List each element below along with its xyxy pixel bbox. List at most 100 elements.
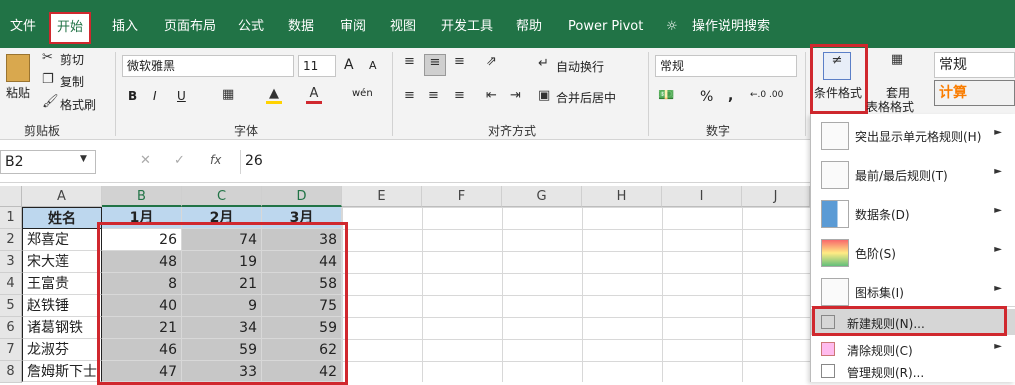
menu-item-label: 管理规则(R)...	[847, 366, 925, 380]
menu-item-manage-rules[interactable]: 管理规则(R)...	[811, 360, 1015, 382]
tab-help[interactable]: 帮助	[510, 14, 548, 40]
currency-icon[interactable]: 💵	[658, 88, 674, 103]
enter-icon[interactable]: ✓	[174, 153, 185, 168]
percent-button[interactable]: %	[700, 89, 713, 105]
row-header-2[interactable]: 2	[0, 229, 22, 251]
menu-item-color-scales[interactable]: 色阶(S) ►	[811, 235, 1015, 272]
orientation-icon[interactable]: ⇗	[486, 54, 497, 69]
paste-button[interactable]: 粘贴	[6, 84, 30, 101]
menu-item-top-bottom-rules[interactable]: 最前/最后规则(T) ►	[811, 157, 1015, 194]
row-header-7[interactable]: 7	[0, 339, 22, 361]
wrap-text-button[interactable]: 自动换行	[556, 58, 604, 75]
tab-developer[interactable]: 开发工具	[435, 14, 499, 40]
row-header-8[interactable]: 8	[0, 361, 22, 383]
row-header-6[interactable]: 6	[0, 317, 22, 339]
align-bottom-icon[interactable]: ≡	[454, 54, 465, 69]
tab-insert[interactable]: 插入	[106, 14, 144, 40]
fill-color-icon[interactable]: ▲	[266, 86, 282, 104]
scissors-icon: ✂	[42, 50, 53, 65]
name-box-dropdown-icon[interactable]: ▼	[80, 154, 87, 164]
format-as-table-button-2[interactable]: 表格格式	[866, 98, 914, 115]
comma-button[interactable]: ,	[728, 88, 733, 104]
name-cell[interactable]: 郑喜定	[22, 229, 102, 251]
column-header-h[interactable]: H	[582, 186, 662, 207]
new-rule-highlight	[812, 306, 1007, 336]
font-color-icon[interactable]: A	[306, 86, 322, 104]
row-header-3[interactable]: 3	[0, 251, 22, 273]
menu-item-clear-rules[interactable]: 清除规则(C) ►	[811, 336, 1015, 362]
column-header-a[interactable]: A	[22, 186, 102, 207]
tab-formulas[interactable]: 公式	[232, 14, 270, 40]
row-header-5[interactable]: 5	[0, 295, 22, 317]
row-header-4[interactable]: 4	[0, 273, 22, 295]
row-header-1[interactable]: 1	[0, 207, 22, 229]
borders-icon[interactable]: ▦	[222, 87, 234, 102]
style-calculation[interactable]: 计算	[934, 80, 1015, 106]
italic-button[interactable]: I	[153, 89, 157, 103]
number-format-select[interactable]: 常规	[655, 55, 797, 77]
column-header-c[interactable]: C	[182, 186, 262, 207]
column-header-j[interactable]: J	[742, 186, 810, 207]
name-cell[interactable]: 赵铁锤	[22, 295, 102, 317]
shrink-font-button[interactable]: A	[369, 59, 377, 72]
underline-button[interactable]: U	[177, 89, 186, 103]
format-painter-icon: 🖌	[42, 94, 59, 109]
menu-item-label: 数据条(D)	[855, 208, 910, 222]
increase-decimal-button[interactable]: ←.0 .00	[750, 90, 783, 100]
tab-page-layout[interactable]: 页面布局	[158, 14, 222, 40]
column-header-d[interactable]: D	[262, 186, 342, 207]
increase-indent-icon[interactable]: ⇥	[510, 88, 521, 103]
separator	[115, 52, 116, 136]
bold-button[interactable]: B	[128, 89, 137, 103]
empty-grid[interactable]	[342, 207, 810, 382]
phonetic-button[interactable]: wén	[352, 88, 373, 99]
style-normal[interactable]: 常规	[934, 52, 1015, 78]
name-cell[interactable]: 诸葛钢铁	[22, 317, 102, 339]
cut-button[interactable]: 剪切	[60, 51, 84, 68]
column-header-g[interactable]: G	[502, 186, 582, 207]
tab-file[interactable]: 文件	[4, 14, 42, 40]
select-all-corner[interactable]	[0, 186, 22, 207]
header-cell-name[interactable]: 姓名	[22, 207, 102, 229]
submenu-arrow-icon: ►	[994, 205, 1002, 216]
tab-power-pivot[interactable]: Power Pivot	[562, 14, 649, 40]
align-middle-icon[interactable]: ≡	[424, 54, 446, 76]
tab-review[interactable]: 审阅	[334, 14, 372, 40]
align-top-icon[interactable]: ≡	[404, 54, 415, 69]
menu-item-highlight-cells-rules[interactable]: 突出显示单元格规则(H) ►	[811, 118, 1015, 155]
conditional-format-icon[interactable]: ≠	[823, 52, 851, 80]
font-size-select[interactable]: 11	[298, 55, 336, 77]
insert-function-button[interactable]: fx	[210, 153, 221, 167]
format-as-table-icon[interactable]: ▦	[884, 52, 910, 80]
cancel-icon[interactable]: ✕	[140, 153, 151, 168]
tab-home[interactable]: 开始	[49, 12, 92, 44]
column-header-i[interactable]: I	[662, 186, 742, 207]
merge-center-button[interactable]: 合并后居中	[556, 89, 616, 106]
name-cell[interactable]: 龙淑芬	[22, 339, 102, 361]
decrease-indent-icon[interactable]: ⇤	[486, 88, 497, 103]
font-name-select[interactable]: 微软雅黑	[122, 55, 294, 77]
name-cell[interactable]: 詹姆斯下士	[22, 361, 102, 382]
separator	[805, 52, 806, 136]
name-cell[interactable]: 宋大莲	[22, 251, 102, 273]
conditional-format-button[interactable]: 条件格式	[814, 84, 862, 101]
tell-me-search[interactable]: 操作说明搜索	[686, 14, 776, 40]
menu-item-data-bars[interactable]: 数据条(D) ►	[811, 196, 1015, 233]
tab-view[interactable]: 视图	[384, 14, 422, 40]
formula-input[interactable]: 26	[240, 150, 810, 174]
align-left-icon[interactable]: ≡	[404, 88, 415, 103]
column-header-f[interactable]: F	[422, 186, 502, 207]
align-right-icon[interactable]: ≡	[454, 88, 465, 103]
submenu-arrow-icon: ►	[994, 166, 1002, 177]
paste-icon[interactable]	[6, 54, 30, 82]
ribbon-tab-bar: 文件 开始 插入 页面布局 公式 数据 审阅 视图 开发工具 帮助 Power …	[0, 0, 1015, 48]
icon-sets-icon	[821, 278, 849, 306]
column-header-b[interactable]: B	[102, 186, 182, 207]
align-center-icon[interactable]: ≡	[428, 88, 439, 103]
column-header-e[interactable]: E	[342, 186, 422, 207]
copy-button[interactable]: 复制	[60, 73, 84, 90]
name-cell[interactable]: 王富贵	[22, 273, 102, 295]
tab-data[interactable]: 数据	[282, 14, 320, 40]
format-painter-button[interactable]: 格式刷	[60, 96, 96, 113]
grow-font-button[interactable]: A	[344, 57, 354, 73]
